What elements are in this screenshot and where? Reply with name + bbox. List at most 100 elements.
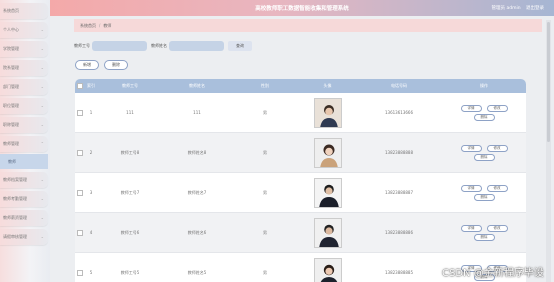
sidebar-item-profile[interactable]: 个人中心 ⌄ <box>0 22 48 38</box>
teacher-name-input[interactable] <box>169 41 224 51</box>
edit-button[interactable]: 修改 <box>486 184 508 192</box>
sidebar-item-department[interactable]: 院系管理 ⌄ <box>0 60 48 76</box>
row-phone: 13823888888 <box>385 150 413 155</box>
row-select <box>75 253 85 282</box>
sidebar-item-college[interactable]: 学院管理 ⌄ <box>0 41 48 57</box>
row-teacher-id: 111 <box>126 110 134 115</box>
chevron-down-icon: ⌄ <box>40 215 44 220</box>
table-body: 1 111 111 男 13613613666 详情 修改 删除 2 教师工号8 … <box>75 93 526 282</box>
teacher-id-label: 教师工号 <box>74 43 90 48</box>
row-actions: 详情 修改 删除 <box>442 133 526 172</box>
row-avatar <box>299 133 356 172</box>
chevron-down-icon: ⌄ <box>40 84 44 89</box>
table-row: 1 111 111 男 13613613666 详情 修改 删除 <box>75 93 526 133</box>
chevron-down-icon: ⌄ <box>40 177 44 182</box>
row-select <box>75 213 85 252</box>
header-teacher-name: 教师姓名 <box>189 83 205 88</box>
row-gender: 男 <box>263 229 267 235</box>
checkbox[interactable] <box>77 149 83 156</box>
row-avatar <box>299 213 356 252</box>
checkbox[interactable] <box>77 189 83 196</box>
header-gender: 性别 <box>261 83 269 88</box>
top-header: 高校教师职工数据智能收集和管理系统 管理员 admin 退出登录 <box>50 0 554 16</box>
detail-button[interactable]: 详情 <box>460 144 482 152</box>
row-gender: 男 <box>263 109 267 115</box>
checkbox[interactable] <box>77 229 83 236</box>
chevron-down-icon: ⌄ <box>40 65 44 70</box>
checkbox[interactable] <box>77 83 83 89</box>
header-avatar: 头像 <box>323 83 332 88</box>
row-actions: 详情 修改 删除 <box>442 213 526 252</box>
scrollbar[interactable] <box>546 20 551 282</box>
sidebar-item-teacher[interactable]: 教师管理 ⌃ <box>0 136 48 152</box>
row-gender: 男 <box>263 149 267 155</box>
sidebar-item-section[interactable]: 部门管理 ⌄ <box>0 79 48 95</box>
teacher-name-label: 教师姓名 <box>151 43 167 48</box>
edit-button[interactable]: 修改 <box>486 224 508 232</box>
breadcrumb-current: 教师 <box>103 22 112 28</box>
sidebar-item-teacher-archive[interactable]: 教师档案管理 ⌄ <box>0 172 48 188</box>
watermark: CSDN @金新程序毕设 <box>442 268 544 279</box>
row-actions: 详情 修改 删除 <box>442 173 526 212</box>
avatar <box>313 97 342 128</box>
row-delete-button[interactable]: 删除 <box>473 193 495 201</box>
row-teacher-name: 教师姓名7 <box>187 189 207 195</box>
row-select <box>75 133 85 172</box>
edit-button[interactable]: 修改 <box>486 104 508 112</box>
edit-button[interactable]: 修改 <box>486 144 508 152</box>
user-name: 管理员 admin <box>491 6 521 11</box>
table-row: 3 教师工号7 教师姓名7 男 13823888887 详情 修改 删除 <box>75 173 526 213</box>
avatar <box>313 137 342 168</box>
row-index: 3 <box>89 190 93 195</box>
row-index: 2 <box>89 150 93 155</box>
row-teacher-id: 教师工号5 <box>120 269 140 275</box>
sidebar: 系统首页 个人中心 ⌄ 学院管理 ⌄ 院系管理 ⌄ 部门管理 ⌄ 职位管理 ⌄ 职称管理 ⌄… <box>0 0 50 282</box>
row-phone: 13823888887 <box>385 190 413 195</box>
detail-button[interactable]: 详情 <box>460 184 482 192</box>
row-delete-button[interactable]: 删除 <box>473 113 495 121</box>
row-select <box>75 173 85 212</box>
add-button[interactable]: 新增 <box>75 60 99 70</box>
checkbox[interactable] <box>77 109 83 116</box>
row-phone: 13823888886 <box>385 230 413 235</box>
teacher-id-input[interactable] <box>92 41 147 51</box>
sidebar-item-leave[interactable]: 请假审核管理 ⌄ <box>0 229 48 245</box>
scrollbar-thumb[interactable] <box>547 22 550 142</box>
logout-link[interactable]: 退出登录 <box>526 6 544 11</box>
chevron-down-icon: ⌄ <box>40 196 44 201</box>
user-area: 管理员 admin 退出登录 <box>488 5 544 11</box>
row-index: 4 <box>89 230 93 235</box>
breadcrumb-home[interactable]: 系统首页 <box>80 23 96 29</box>
header-select-all[interactable] <box>75 79 85 93</box>
header-phone: 电话号码 <box>391 83 407 88</box>
sidebar-item-title[interactable]: 职称管理 ⌄ <box>0 117 48 133</box>
search-bar: 教师工号 教师姓名 查询 <box>74 41 252 51</box>
sidebar-item-salary[interactable]: 教师薪资管理 ⌄ <box>0 210 48 226</box>
app-title: 高校教师职工数据智能收集和管理系统 <box>255 6 349 12</box>
row-teacher-id: 教师工号7 <box>120 189 140 195</box>
row-gender: 男 <box>263 269 267 275</box>
row-teacher-name: 教师姓名5 <box>187 269 207 275</box>
table-header: 索引 教师工号 教师姓名 性别 头像 电话号码 操作 <box>75 79 526 93</box>
row-avatar <box>299 253 356 282</box>
delete-button[interactable]: 删除 <box>104 60 128 70</box>
checkbox[interactable] <box>77 269 83 276</box>
chevron-down-icon: ⌄ <box>40 27 44 32</box>
avatar <box>313 177 342 208</box>
row-delete-button[interactable]: 删除 <box>473 153 495 161</box>
row-actions: 详情 修改 删除 <box>442 93 526 132</box>
row-delete-button[interactable]: 删除 <box>473 233 495 241</box>
detail-button[interactable]: 详情 <box>460 104 482 112</box>
chevron-up-icon: ⌃ <box>40 141 44 146</box>
detail-button[interactable]: 详情 <box>460 224 482 232</box>
header-teacher-id: 教师工号 <box>122 83 138 88</box>
row-phone: 13613613666 <box>385 110 413 115</box>
sidebar-item-position[interactable]: 职位管理 ⌄ <box>0 98 48 114</box>
table-row: 4 教师工号6 教师姓名6 男 13823888886 详情 修改 删除 <box>75 213 526 253</box>
header-index: 索引 <box>87 83 95 88</box>
sidebar-subitem-teacher[interactable]: 教师 <box>0 154 48 169</box>
sidebar-item-home[interactable]: 系统首页 <box>0 3 48 19</box>
query-button[interactable]: 查询 <box>228 41 252 51</box>
breadcrumb-separator: / <box>99 23 101 28</box>
sidebar-item-attendance[interactable]: 教师考勤管理 ⌄ <box>0 191 48 207</box>
